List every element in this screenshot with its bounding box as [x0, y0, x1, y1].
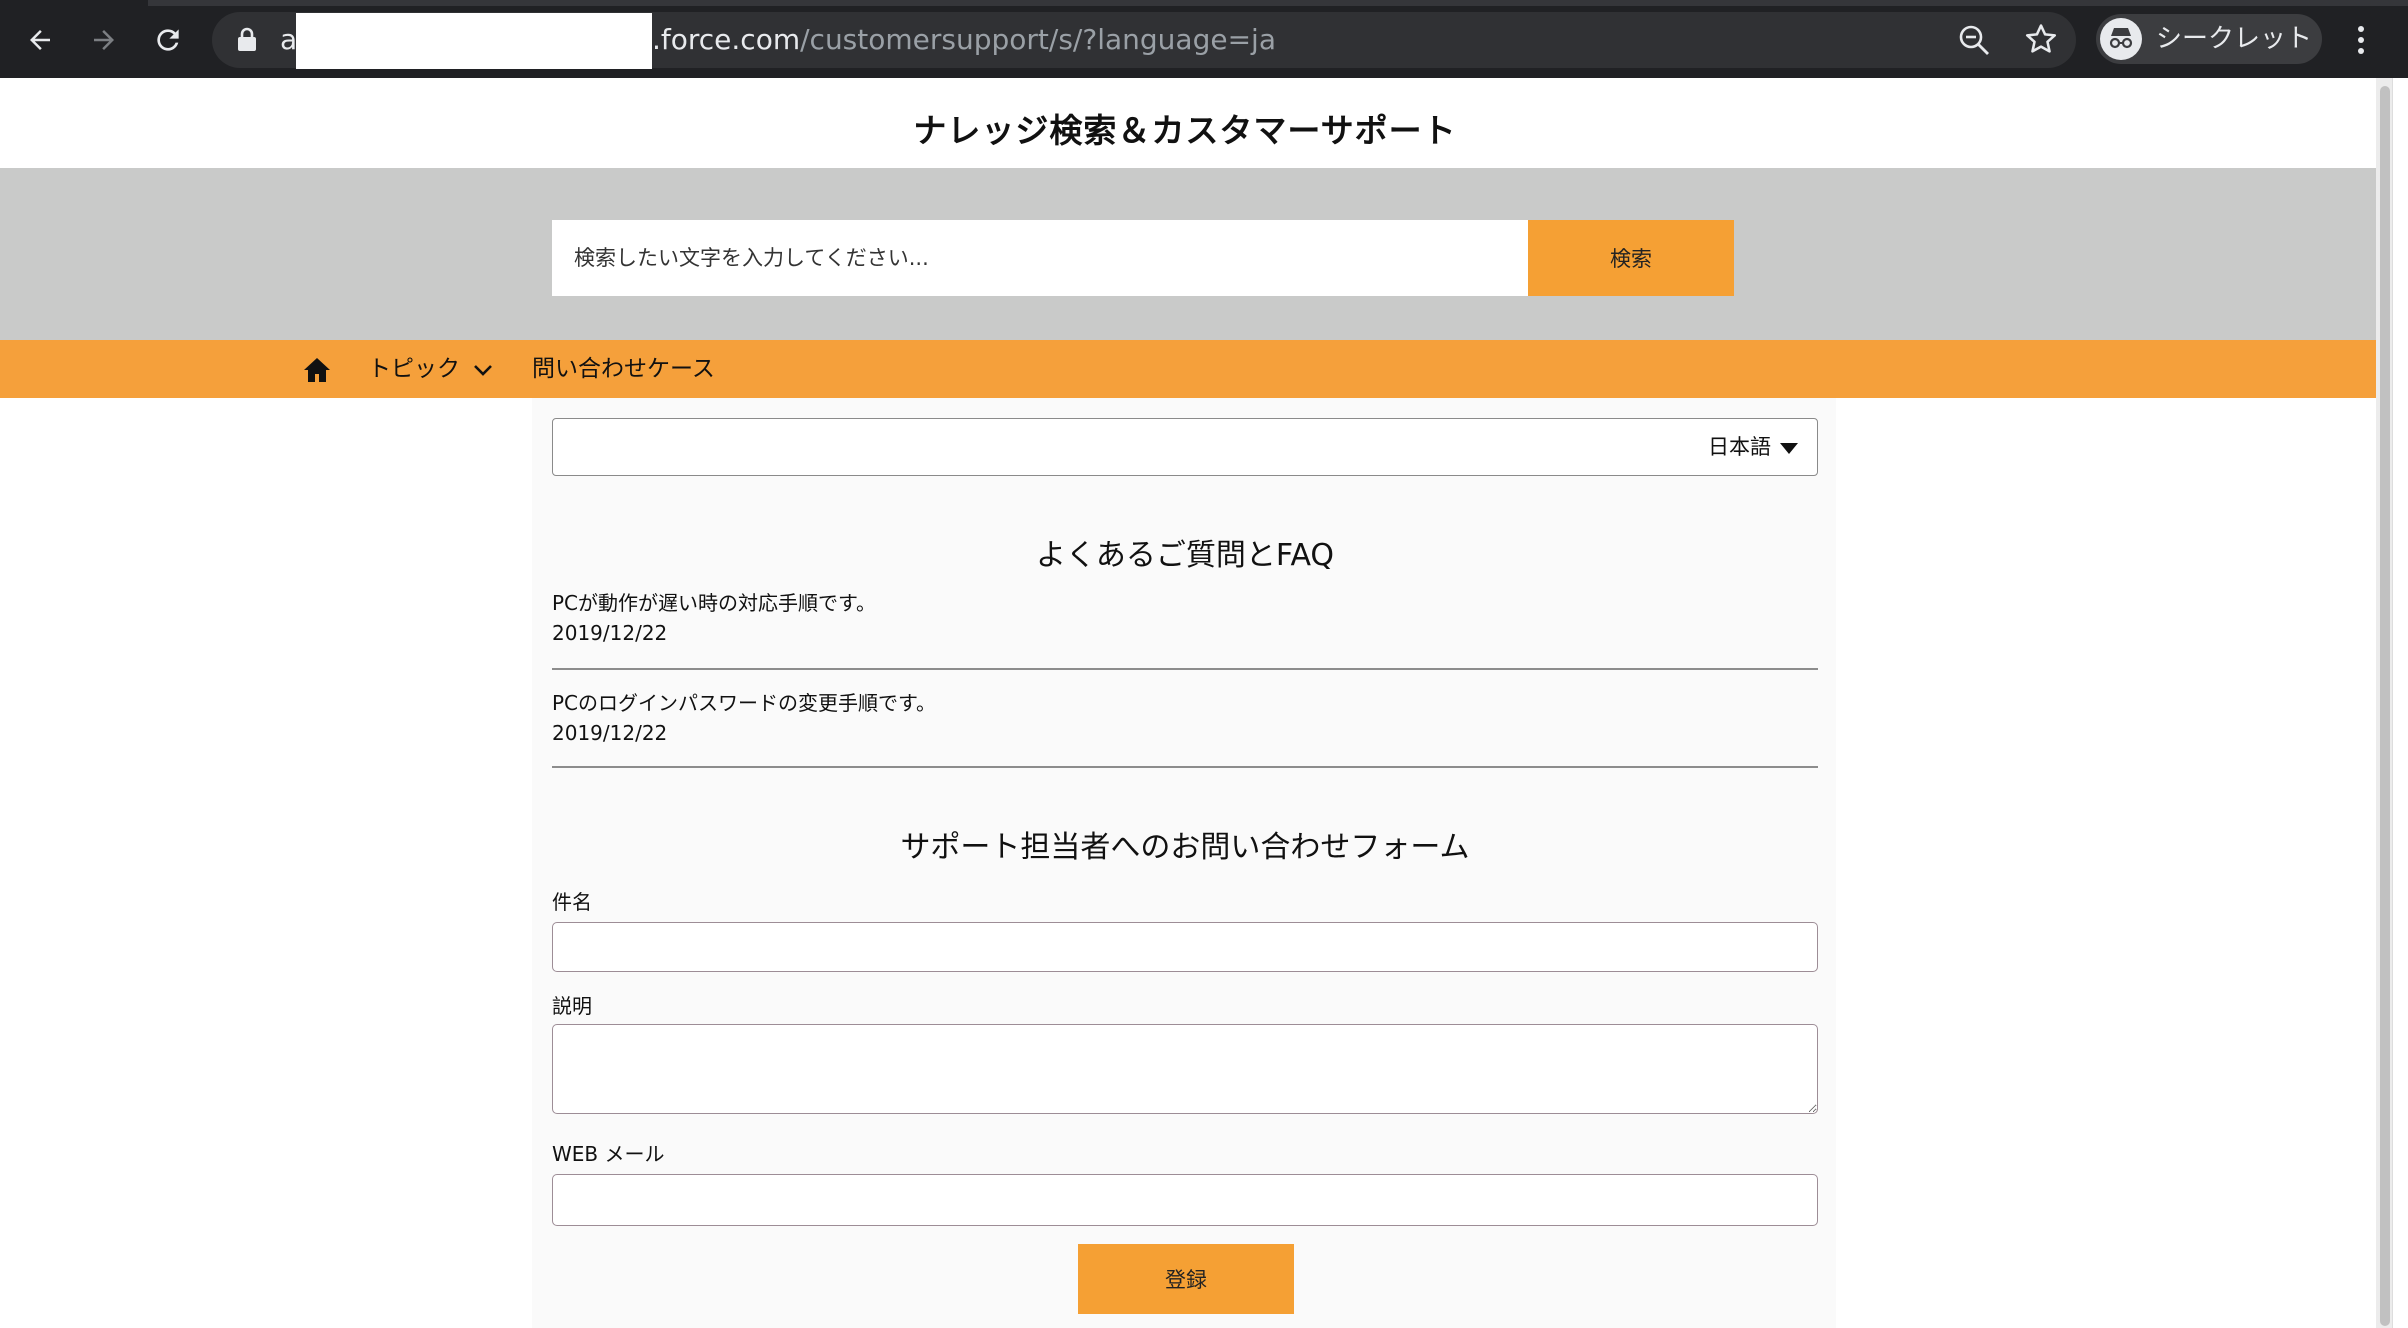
reload-button[interactable]: [146, 18, 190, 62]
menu-kebab-icon[interactable]: [2346, 22, 2376, 58]
incognito-label: シークレット: [2156, 24, 2313, 54]
url-text: .force.com/customersupport/s/?language=j…: [652, 18, 1276, 62]
description-label: 説明: [552, 994, 592, 1018]
faq-item-title[interactable]: PCのログインパスワードの変更手順です。: [552, 688, 1818, 718]
reload-icon: [157, 29, 179, 51]
nav-topics[interactable]: トピック: [368, 352, 460, 386]
page-title: ナレッジ検索＆カスタマーサポート: [913, 111, 1457, 150]
lock-icon: [238, 27, 256, 51]
url-path: /customersupport/s/?language=ja: [800, 23, 1276, 56]
contact-form-heading: サポート担当者へのお問い合わせフォーム: [900, 830, 1470, 865]
description-field[interactable]: [552, 1024, 1818, 1114]
email-label: WEB メール: [552, 1142, 665, 1166]
faq-item[interactable]: PCが動作が遅い時の対応手順です。 2019/12/22: [552, 588, 1818, 648]
language-select[interactable]: 日本語: [552, 418, 1818, 476]
url-redaction: [296, 13, 652, 69]
faq-divider: [552, 668, 1818, 670]
search-input[interactable]: [552, 220, 1528, 296]
zoom-out-icon[interactable]: [1956, 22, 1992, 58]
faq-item-date: 2019/12/22: [552, 621, 668, 645]
url-domain: .force.com: [652, 23, 801, 56]
incognito-icon: [2100, 18, 2142, 60]
subject-field[interactable]: [552, 922, 1818, 972]
faq-divider: [552, 766, 1818, 768]
faq-item-date: 2019/12/22: [552, 721, 668, 745]
subject-label: 件名: [552, 890, 592, 914]
bookmark-star-icon[interactable]: [2022, 20, 2060, 58]
email-field[interactable]: [552, 1174, 1818, 1226]
clipped-window-edge: [2392, 78, 2408, 1328]
tab-strip: [0, 0, 2408, 6]
active-tab-edge: [0, 0, 148, 6]
scrollbar-thumb[interactable]: [2380, 86, 2390, 1326]
faq-item-title[interactable]: PCが動作が遅い時の対応手順です。: [552, 588, 1818, 618]
caret-down-icon: [1780, 443, 1798, 454]
nav-cases[interactable]: 問い合わせケース: [532, 352, 715, 386]
url-host-fragment: a: [280, 23, 298, 56]
forward-nav-button[interactable]: [82, 18, 126, 62]
forward-arrow-icon: [94, 30, 114, 50]
chevron-down-icon[interactable]: [472, 362, 494, 378]
nav-bar: [0, 340, 2376, 398]
submit-button[interactable]: 登録: [1078, 1244, 1294, 1314]
home-icon[interactable]: [302, 356, 332, 384]
faq-heading: よくあるご質問とFAQ: [1035, 538, 1335, 573]
search-button[interactable]: 検索: [1528, 220, 1734, 296]
faq-item[interactable]: PCのログインパスワードの変更手順です。 2019/12/22: [552, 688, 1818, 748]
language-selected-value: 日本語: [1708, 435, 1771, 459]
